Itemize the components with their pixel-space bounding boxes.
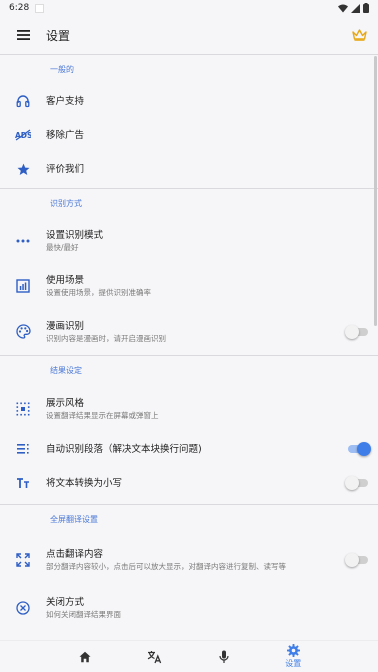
nav-home[interactable] — [65, 641, 105, 672]
setting-title: 展示风格 — [46, 397, 85, 409]
setting-remove-ads[interactable]: ADS 移除广告 — [0, 118, 378, 152]
wifi-icon — [338, 4, 348, 12]
setting-title: 评价我们 — [46, 163, 85, 175]
auto-paragraph-toggle[interactable] — [348, 442, 371, 456]
setting-title: 点击翻译内容 — [46, 548, 104, 560]
menu-button[interactable] — [0, 16, 46, 54]
comic-recognition-toggle[interactable] — [345, 324, 368, 339]
premium-button[interactable] — [340, 16, 378, 54]
close-circle-icon — [16, 600, 30, 615]
star-icon — [17, 163, 29, 175]
setting-display-style[interactable]: 展示风格 设置翻译结果显示在屏幕或弹窗上 — [0, 385, 378, 432]
battery-icon — [363, 3, 369, 13]
setting-title: 关闭方式 — [46, 596, 85, 608]
hamburger-menu-icon — [16, 30, 30, 40]
setting-lowercase[interactable]: 将文本转换为小写 — [0, 466, 378, 500]
nav-settings[interactable]: 设置 — [273, 641, 313, 672]
chart-icon — [16, 278, 30, 293]
bottom-nav: 设置 — [0, 640, 378, 672]
setting-subtitle: 部分翻译内容较小，点击后可以放大显示，对翻译内容进行复制、读写等 — [46, 561, 286, 571]
nav-translate[interactable] — [134, 641, 174, 672]
setting-customer-support[interactable]: 客户支持 — [0, 84, 378, 118]
status-time: 6:28 — [9, 3, 30, 13]
dotted-square-icon — [16, 402, 30, 415]
setting-close-method[interactable]: 关闭方式 如何关闭翻译结果界面 — [0, 585, 378, 630]
setting-subtitle: 设置翻译结果显示在屏幕或弹窗上 — [46, 410, 159, 420]
text-case-icon — [17, 478, 29, 488]
setting-tap-translate-content[interactable]: 点击翻译内容 部分翻译内容较小，点击后可以放大显示，对翻译内容进行复制、读写等 — [0, 534, 378, 585]
setting-subtitle: 识别内容是漫画时，请开启漫画识别 — [46, 333, 166, 343]
setting-subtitle: 设置使用场景，提供识别准确率 — [46, 287, 151, 297]
translate-icon — [147, 650, 161, 663]
expand-icon — [16, 552, 30, 567]
tap-translate-toggle[interactable] — [345, 552, 368, 567]
headset-icon — [16, 95, 30, 108]
notification-icon — [35, 3, 45, 13]
nav-voice[interactable] — [204, 641, 244, 672]
setting-subtitle: 最快/最好 — [46, 242, 79, 252]
section-header-result-settings: 结果设定 — [50, 366, 82, 375]
setting-title: 将文本转换为小写 — [46, 477, 123, 489]
gear-icon — [286, 644, 300, 657]
home-icon — [79, 651, 91, 662]
section-header-general: 一般的 — [50, 65, 74, 74]
paragraph-icon — [17, 444, 29, 454]
setting-title: 设置识别模式 — [46, 229, 104, 241]
setting-title: 使用场景 — [46, 274, 85, 286]
setting-title: 自动识别段落（解决文本块换行问题) — [46, 443, 202, 455]
nav-settings-label: 设置 — [285, 659, 302, 668]
signal-icon — [351, 3, 360, 13]
section-header-recognition-mode: 识别方式 — [50, 199, 82, 208]
setting-comic-recognition[interactable]: 漫画识别 识别内容是漫画时，请开启漫画识别 — [0, 308, 378, 355]
setting-title: 客户支持 — [46, 95, 85, 107]
no-ads-icon: ADS — [15, 129, 31, 141]
setting-subtitle: 如何关闭翻译结果界面 — [46, 609, 121, 619]
more-dots-icon — [16, 239, 30, 242]
setting-title: 漫画识别 — [46, 320, 85, 332]
lowercase-toggle[interactable] — [345, 476, 368, 490]
page-title: 设置 — [46, 28, 71, 43]
setting-rate-us[interactable]: 评价我们 — [0, 152, 378, 186]
palette-icon — [15, 324, 31, 339]
microphone-icon — [219, 650, 229, 663]
status-bar: 6:28 — [0, 0, 378, 16]
setting-title: 移除广告 — [46, 129, 85, 141]
section-header-fullscreen-translate: 全屏翻译设置 — [50, 515, 98, 524]
scrollbar[interactable] — [374, 56, 377, 326]
setting-usage-scene[interactable]: 使用场景 设置使用场景，提供识别准确率 — [0, 263, 378, 308]
crown-icon — [351, 29, 367, 41]
app-bar: 设置 — [0, 16, 378, 54]
settings-list[interactable]: 一般的 客户支持 ADS 移除广告 评价我们 识别方式 设置识别模式 最快/最好 — [0, 54, 378, 640]
setting-recognition-mode[interactable]: 设置识别模式 最快/最好 — [0, 218, 378, 263]
setting-auto-paragraph[interactable]: 自动识别段落（解决文本块换行问题) — [0, 432, 378, 466]
